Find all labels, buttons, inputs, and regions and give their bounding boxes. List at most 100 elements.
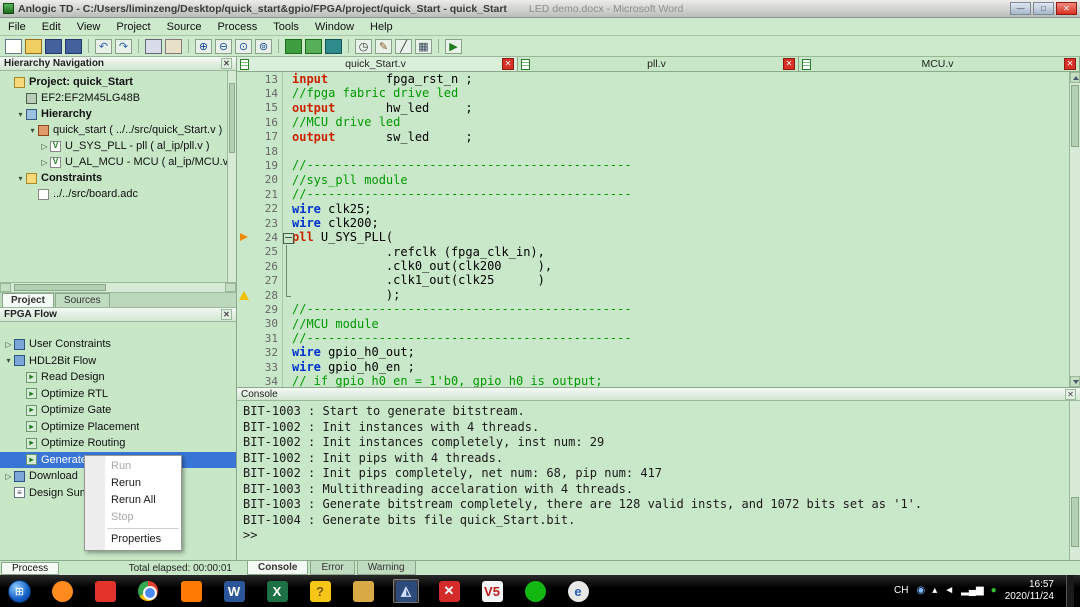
menu-tools[interactable]: Tools xyxy=(265,20,307,34)
tab-console[interactable]: Console xyxy=(247,561,308,575)
security-icon[interactable]: ● xyxy=(991,586,997,596)
show-desktop-button[interactable] xyxy=(1066,575,1074,607)
code-line[interactable]: //--------------------------------------… xyxy=(283,302,1080,316)
code-editor[interactable]: 1314151617181920212223242526272829303132… xyxy=(237,72,1080,388)
hierarchy-horizontal-scrollbar[interactable] xyxy=(0,282,236,293)
editor-tab-quick-start-v[interactable]: quick_Start.v✕ xyxy=(237,57,518,71)
code-line[interactable]: //--------------------------------------… xyxy=(283,187,1080,201)
ime-indicator[interactable]: CH xyxy=(894,586,908,596)
code-line[interactable]: output hw_led ; xyxy=(283,101,1080,115)
sticky-note-icon[interactable]: ? xyxy=(307,579,333,603)
expander-icon[interactable]: ▾ xyxy=(27,126,38,135)
v5-app-icon[interactable]: V5 xyxy=(479,579,505,603)
code-line[interactable]: //--------------------------------------… xyxy=(283,158,1080,172)
close-tab-icon[interactable]: ✕ xyxy=(783,58,795,70)
close-panel-icon[interactable]: ✕ xyxy=(221,58,232,69)
scrollbar-thumb[interactable] xyxy=(1071,85,1079,147)
tree-item-src-board-adc[interactable]: ../../src/board.adc xyxy=(0,186,236,202)
bookmark-marker[interactable] xyxy=(237,230,251,244)
close-tab-icon[interactable]: ✕ xyxy=(1064,58,1076,70)
edit-icon[interactable]: ✎ xyxy=(375,39,392,54)
tree-item-optimize-placement[interactable]: ▸Optimize Placement xyxy=(0,419,236,436)
code-area[interactable]: input fpga_rst_n ;//fpga fabric drive le… xyxy=(283,72,1080,387)
undo-icon[interactable]: ↶ xyxy=(95,39,112,54)
context-menu-item-properties[interactable]: Properties xyxy=(85,531,181,548)
open-project-icon[interactable] xyxy=(25,39,42,54)
code-line[interactable]: wire gpio_h0_en ; xyxy=(283,360,1080,374)
menu-help[interactable]: Help xyxy=(362,20,401,34)
close-panel-icon[interactable]: ✕ xyxy=(221,309,232,320)
console-vertical-scrollbar[interactable] xyxy=(1069,401,1080,560)
expander-icon[interactable]: ▷ xyxy=(39,142,50,151)
floorplan-icon[interactable]: ▦ xyxy=(415,39,432,54)
close-console-icon[interactable]: ✕ xyxy=(1065,389,1076,400)
timing-icon[interactable]: ◷ xyxy=(355,39,372,54)
tree-item-read-design[interactable]: ▸Read Design xyxy=(0,369,236,386)
tab-error[interactable]: Error xyxy=(310,561,354,575)
network-icon[interactable]: ▂▄▆ xyxy=(961,586,983,596)
close-tab-icon[interactable]: ✕ xyxy=(502,58,514,70)
scroll-down-arrow[interactable] xyxy=(1070,376,1080,387)
excel-icon[interactable]: X xyxy=(264,579,290,603)
editor-vertical-scrollbar[interactable] xyxy=(1069,72,1080,387)
code-line[interactable]: wire gpio_h0_out; xyxy=(283,345,1080,359)
code-line[interactable]: input fpga_rst_n ; xyxy=(283,72,1080,86)
code-line[interactable]: .clk1_out(clk25 ) xyxy=(283,273,1080,287)
hidden-icons-arrow[interactable]: ▴ xyxy=(932,586,937,596)
console-output[interactable]: BIT-1003 : Start to generate bitstream.B… xyxy=(237,401,1080,560)
firefox-icon[interactable] xyxy=(49,579,75,603)
menu-view[interactable]: View xyxy=(69,20,109,34)
code-line[interactable]: //--------------------------------------… xyxy=(283,331,1080,345)
run-download-icon[interactable]: ▶ xyxy=(445,39,462,54)
warning-marker[interactable] xyxy=(237,288,251,302)
tab-warning[interactable]: Warning xyxy=(357,561,416,575)
code-line[interactable] xyxy=(283,144,1080,158)
taskbar-clock[interactable]: 16:57 2020/11/24 xyxy=(1005,579,1054,604)
chrome-icon[interactable] xyxy=(135,579,161,603)
minimize-button[interactable]: — xyxy=(1010,2,1031,15)
tree-item-project-quick-start[interactable]: Project: quick_Start xyxy=(0,74,236,90)
zoom-selection-icon[interactable]: ⊚ xyxy=(255,39,272,54)
redo-icon[interactable]: ↷ xyxy=(115,39,132,54)
tree-item-quick-start-src-quick-start-v[interactable]: ▾quick_start ( ../../src/quick_Start.v ) xyxy=(0,122,236,138)
scroll-up-arrow[interactable] xyxy=(1070,72,1080,83)
expander-icon[interactable]: ▾ xyxy=(15,110,26,119)
menu-window[interactable]: Window xyxy=(307,20,362,34)
tree-item-u-sys-pll-pll-al-ip-pll-v[interactable]: ▷VU_SYS_PLL - pll ( al_ip/pll.v ) xyxy=(0,138,236,154)
file-manager-icon[interactable] xyxy=(350,579,376,603)
code-line[interactable]: .clk0_out(clk200 ), xyxy=(283,259,1080,273)
start-button[interactable]: ⊞ xyxy=(8,580,31,603)
wechat-icon[interactable] xyxy=(522,579,548,603)
youdao-dict-icon[interactable] xyxy=(92,579,118,603)
code-line[interactable]: ); xyxy=(283,288,1080,302)
maximize-button[interactable]: □ xyxy=(1033,2,1054,15)
process-tab[interactable]: Process xyxy=(1,562,59,575)
menu-process[interactable]: Process xyxy=(209,20,265,34)
expander-icon[interactable]: ▷ xyxy=(3,472,14,481)
code-line[interactable]: .refclk (fpga_clk_in), xyxy=(283,245,1080,259)
tree-item-hdl2bit-flow[interactable]: ▾HDL2Bit Flow xyxy=(0,353,236,370)
tab-sources[interactable]: Sources xyxy=(55,293,110,307)
tree-item-optimize-rtl[interactable]: ▸Optimize RTL xyxy=(0,386,236,403)
save-all-icon[interactable] xyxy=(65,39,82,54)
editor-tab-mcu-v[interactable]: MCU.v✕ xyxy=(799,57,1080,71)
zoom-fit-icon[interactable]: ⊙ xyxy=(235,39,252,54)
zoom-in-icon[interactable]: ⊕ xyxy=(195,39,212,54)
route-icon[interactable]: ╱ xyxy=(395,39,412,54)
copy-icon[interactable] xyxy=(145,39,162,54)
expander-icon[interactable]: ▷ xyxy=(3,340,14,349)
code-line[interactable]: output sw_led ; xyxy=(283,130,1080,144)
new-file-icon[interactable] xyxy=(5,39,22,54)
zoom-out-icon[interactable]: ⊖ xyxy=(215,39,232,54)
scroll-left-arrow[interactable] xyxy=(0,283,11,292)
scroll-right-arrow[interactable] xyxy=(225,283,236,292)
tree-item-constraints[interactable]: ▾Constraints xyxy=(0,170,236,186)
tree-item-hierarchy[interactable]: ▾Hierarchy xyxy=(0,106,236,122)
code-line[interactable]: //fpga fabric drive led xyxy=(283,86,1080,100)
menu-edit[interactable]: Edit xyxy=(34,20,69,34)
editor-tab-pll-v[interactable]: pll.v✕ xyxy=(518,57,799,71)
browser-app-icon[interactable]: e xyxy=(565,579,591,603)
save-icon[interactable] xyxy=(45,39,62,54)
tab-project[interactable]: Project xyxy=(2,293,54,307)
bar-chart-icon[interactable] xyxy=(305,39,322,54)
